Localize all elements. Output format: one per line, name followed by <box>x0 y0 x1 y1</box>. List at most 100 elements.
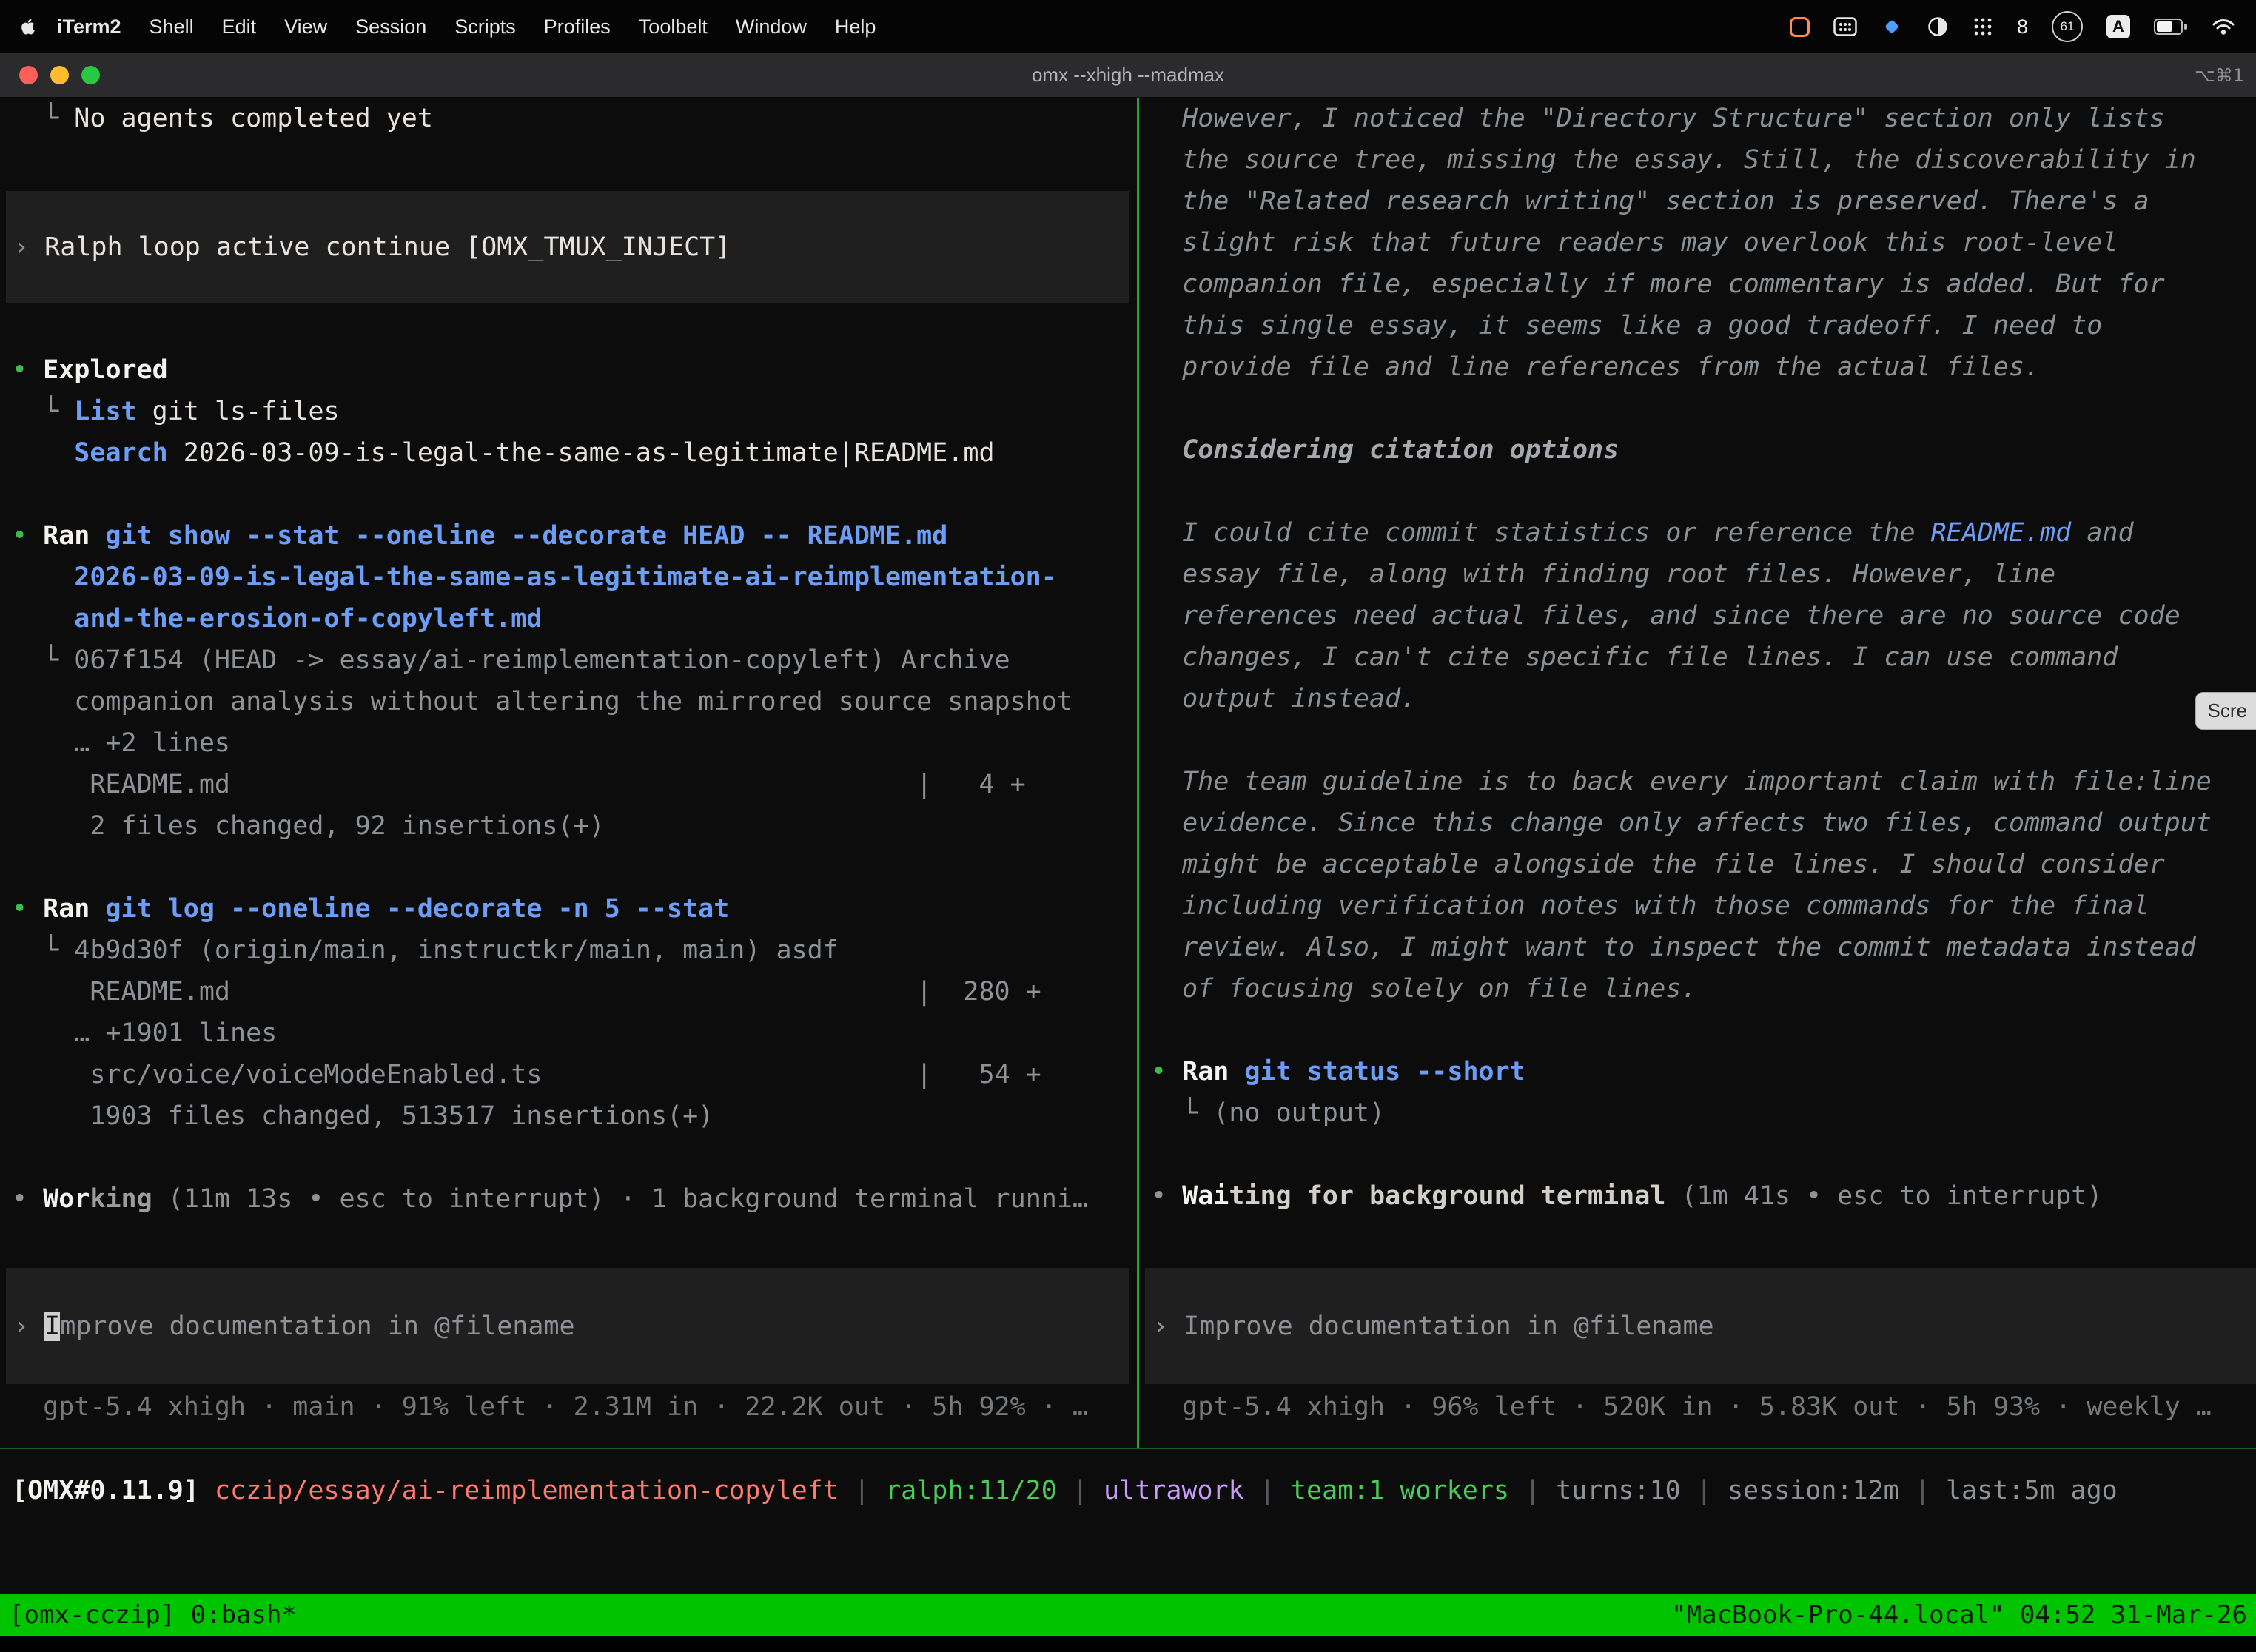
text-segment: Wai <box>1182 1181 1229 1211</box>
menu-iterm2[interactable]: iTerm2 <box>43 16 135 38</box>
terminal-line: provide file and line references from th… <box>1151 346 2256 388</box>
menu-edit[interactable]: Edit <box>208 16 271 38</box>
battery-icon[interactable] <box>2154 18 2188 36</box>
menu-session[interactable]: Session <box>341 16 440 38</box>
display-grid-icon[interactable] <box>1833 17 1857 36</box>
text-segment: └ <box>12 104 74 133</box>
text-segment: Ralph loop active continue [OMX_TMUX_INJ… <box>44 232 731 262</box>
prompt-input-right[interactable]: › Improve documentation in @filename <box>1145 1268 2256 1384</box>
keycap-8-icon[interactable]: 8 <box>2017 16 2028 38</box>
menu-scripts[interactable]: Scripts <box>440 16 530 38</box>
prompt-input-left[interactable]: › Improve documentation in @filename <box>6 1268 1129 1384</box>
model-status-right: gpt-5.4 xhigh · 96% left · 520K in · 5.8… <box>1151 1386 2256 1428</box>
terminal-line: └ List git ls-files <box>12 391 1137 432</box>
right-terminal-pane[interactable]: However, I noticed the "Directory Struct… <box>1139 98 2256 1448</box>
text-segment: session:12m <box>1728 1476 1899 1505</box>
text-segment: Search <box>74 438 167 468</box>
terminal-line: the "Related research writing" section i… <box>1151 181 2256 222</box>
text-segment: 2 files changed, 92 insertions(+) <box>12 811 605 841</box>
input-source-icon[interactable]: A <box>2106 15 2130 38</box>
prompt-input-right-text: › Improve documentation in @filename <box>1152 1306 1714 1347</box>
text-segment: README.md | 4 + <box>12 770 1026 799</box>
terminal-line <box>1151 719 2256 761</box>
menu-view[interactable]: View <box>270 16 341 38</box>
tmux-session-window[interactable]: [omx-cczip] 0:bash* <box>9 1594 297 1636</box>
left-transcript: • Explored └ List git ls-files Search 20… <box>12 349 1137 1220</box>
apple-menu-icon[interactable] <box>21 18 36 36</box>
terminal-line: └ 067f154 (HEAD -> essay/ai-reimplementa… <box>12 639 1137 681</box>
terminal-line: I could cite commit statistics or refere… <box>1151 512 2256 554</box>
text-segment: └ 4b9d30f (origin/main, instructkr/main,… <box>12 936 839 965</box>
menu-profiles[interactable]: Profiles <box>530 16 625 38</box>
terminal-line: However, I noticed the "Directory Struct… <box>1151 98 2256 139</box>
right-transcript: However, I noticed the "Directory Struct… <box>1151 98 2256 1217</box>
menu-toolbelt[interactable]: Toolbelt <box>625 16 722 38</box>
terminal-line: slight risk that future readers may over… <box>1151 222 2256 263</box>
dots-grid-icon[interactable] <box>1973 16 1993 37</box>
text-segment: • <box>12 1184 43 1214</box>
text-segment: evidence. Since this change only affects… <box>1151 808 2212 838</box>
text-segment: 2026-03-09-is-legal-the-same-as-legitima… <box>12 563 1057 592</box>
text-segment: Ran <box>43 894 90 924</box>
minimize-window-button[interactable] <box>50 66 69 84</box>
text-segment: › <box>13 232 44 262</box>
text-segment: I could cite commit statistics or refere… <box>1151 518 1931 548</box>
prompt-input-left-text: › Improve documentation in @filename <box>13 1306 575 1347</box>
close-window-button[interactable] <box>19 66 38 84</box>
left-terminal-pane[interactable]: └ No agents completed yet › Ralph loop a… <box>0 98 1137 1448</box>
text-segment: [OMX#0.11.9] <box>12 1476 215 1505</box>
terminal-line: 2026-03-09-is-legal-the-same-as-legitima… <box>12 557 1137 598</box>
terminal-line <box>12 847 1137 888</box>
text-segment: turns:10 <box>1556 1476 1681 1505</box>
terminal-line: README.md | 280 + <box>12 971 1137 1013</box>
text-segment: | <box>1244 1476 1291 1505</box>
text-segment: src/voice/voiceModeEnabled.ts | 54 + <box>12 1060 1041 1089</box>
text-segment: ultrawork <box>1104 1476 1244 1505</box>
raycast-icon[interactable] <box>1881 16 1903 38</box>
text-segment: 2026-03-09-is-legal-the-same-as-legitima… <box>168 438 995 468</box>
terminal-line <box>1151 1010 2256 1051</box>
terminal-line: … +2 lines <box>12 722 1137 764</box>
battery-gauge-icon[interactable]: 61 <box>2052 11 2083 42</box>
text-segment: companion analysis without altering the … <box>12 687 1072 716</box>
terminal-line: evidence. Since this change only affects… <box>1151 802 2256 844</box>
terminal-line: • Ran git show --stat --oneline --decora… <box>12 515 1137 557</box>
text-segment: | <box>1057 1476 1104 1505</box>
right-pane-content: However, I noticed the "Directory Struct… <box>1139 98 2256 1217</box>
window-titlebar[interactable]: omx --xhigh --madmax ⌥⌘1 <box>0 53 2256 98</box>
terminal-line <box>1151 471 2256 512</box>
text-segment: the source tree, missing the essay. Stil… <box>1151 145 2196 175</box>
ralph-loop-banner: › Ralph loop active continue [OMX_TMUX_I… <box>6 191 1129 303</box>
text-segment: including verification notes with those … <box>1151 891 2149 921</box>
text-segment: | <box>1899 1476 1946 1505</box>
terminal-line: changes, I can't cite specific file line… <box>1151 637 2256 678</box>
window-shortcut-badge: ⌥⌘1 <box>2195 65 2256 86</box>
menubar-status-area: 8 61 A <box>1790 11 2235 42</box>
text-segment: git ls-files <box>137 397 340 426</box>
menu-help[interactable]: Help <box>821 16 890 38</box>
menu-shell[interactable]: Shell <box>135 16 208 38</box>
terminal-line: README.md | 4 + <box>12 764 1137 805</box>
omx-session-bar: [OMX#0.11.9] cczip/essay/ai-reimplementa… <box>0 1449 2256 1594</box>
terminal-line: references need actual files, and since … <box>1151 595 2256 637</box>
screen-record-icon[interactable] <box>1790 17 1810 37</box>
text-segment: Ran <box>1182 1057 1229 1087</box>
omx-session-status: [OMX#0.11.9] cczip/essay/ai-reimplementa… <box>12 1470 2256 1511</box>
screen-share-overlay[interactable]: Scre <box>2195 692 2256 730</box>
text-segment: List <box>74 397 136 426</box>
menu-window[interactable]: Window <box>722 16 821 38</box>
text-segment: might be acceptable alongside the file l… <box>1151 850 2165 879</box>
text-segment: README.md | 280 + <box>12 977 1041 1007</box>
text-segment: › Improve documentation in @filename <box>1152 1312 1714 1341</box>
text-segment: … +1901 lines <box>12 1018 277 1048</box>
text-segment: essay file, along with finding root file… <box>1151 560 2055 589</box>
half-circle-icon[interactable] <box>1927 16 1949 38</box>
text-segment: team:1 workers <box>1291 1476 1509 1505</box>
text-segment: references need actual files, and since … <box>1151 601 2181 631</box>
zoom-window-button[interactable] <box>81 66 100 84</box>
text-segment: • <box>12 521 43 551</box>
text-segment: this single essay, it seems like a good … <box>1151 311 2102 340</box>
text-segment: • <box>12 894 43 924</box>
wifi-icon[interactable] <box>2212 17 2235 36</box>
tmux-status-bar: [omx-cczip] 0:bash* "MacBook-Pro-44.loca… <box>0 1594 2256 1636</box>
